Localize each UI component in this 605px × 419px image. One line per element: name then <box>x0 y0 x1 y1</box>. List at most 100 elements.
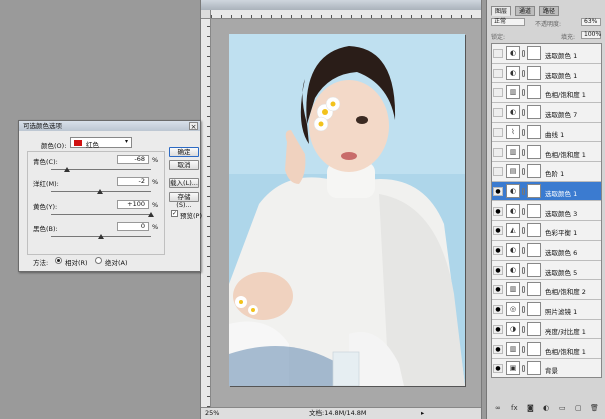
link-chain-icon[interactable] <box>522 148 525 156</box>
link-chain-icon[interactable] <box>522 286 525 294</box>
slider-track[interactable] <box>51 214 151 215</box>
eye-icon[interactable]: ● <box>493 246 503 255</box>
layer-style-icon[interactable]: fx <box>511 404 518 412</box>
adjustment-layer-icon[interactable]: ◎ <box>506 302 520 317</box>
layer-row[interactable]: ● ▥ 色相/饱和度 1 <box>492 339 601 359</box>
slider-value-field[interactable]: +100 <box>117 200 149 209</box>
new-layer-icon[interactable]: ▢ <box>575 404 582 412</box>
add-mask-icon[interactable]: ◙ <box>527 404 534 412</box>
slider-thumb[interactable] <box>97 189 103 194</box>
image-canvas[interactable] <box>229 34 465 386</box>
layer-row[interactable]: ● ◑ 亮度/对比度 1 <box>492 319 601 340</box>
layer-mask-thumbnail[interactable] <box>527 321 541 336</box>
preview-checkbox[interactable]: ✓ <box>171 210 178 217</box>
slider-thumb[interactable] <box>148 212 154 217</box>
link-chain-icon[interactable] <box>522 266 525 274</box>
layer-mask-thumbnail[interactable] <box>527 203 541 218</box>
eye-icon[interactable] <box>493 49 503 58</box>
colors-dropdown[interactable]: 红色 ▾ <box>70 137 132 149</box>
eye-icon[interactable]: ● <box>493 265 503 275</box>
method-absolute-radio[interactable] <box>95 257 102 264</box>
adjustment-layer-icon[interactable]: ◭ <box>506 223 520 238</box>
eye-icon[interactable] <box>493 108 503 118</box>
eye-icon[interactable]: ● <box>493 324 503 334</box>
new-group-icon[interactable]: ▭ <box>559 404 566 412</box>
close-icon[interactable]: × <box>189 122 198 131</box>
method-relative-label[interactable]: 相对(R) <box>65 257 88 267</box>
status-menu-arrow-icon[interactable]: ▸ <box>421 408 424 419</box>
eye-icon[interactable]: ● <box>493 186 503 196</box>
zoom-level[interactable]: 25% <box>205 408 219 419</box>
ruler-vertical[interactable] <box>201 19 211 407</box>
adjustment-layer-icon[interactable]: ▥ <box>506 341 520 356</box>
slider-thumb[interactable] <box>98 234 104 239</box>
layer-row[interactable]: ◐ 选取颜色 1 <box>492 63 601 84</box>
eye-icon[interactable] <box>493 127 503 137</box>
layer-mask-thumbnail[interactable] <box>527 183 541 198</box>
layer-row[interactable]: ▥ 色相/饱和度 1 <box>492 142 601 162</box>
layer-mask-thumbnail[interactable] <box>527 282 541 297</box>
link-layers-icon[interactable]: ∞ <box>495 404 501 412</box>
adjustment-layer-icon[interactable]: ⌇ <box>506 124 520 139</box>
opacity-field[interactable]: 63% <box>581 18 601 26</box>
layer-mask-thumbnail[interactable] <box>527 341 541 356</box>
link-chain-icon[interactable] <box>522 109 525 117</box>
adjustment-layer-icon[interactable]: ◑ <box>506 321 520 336</box>
layer-mask-thumbnail[interactable] <box>527 105 541 120</box>
eye-icon[interactable] <box>493 68 503 78</box>
fill-field[interactable]: 100% <box>581 31 601 39</box>
eye-icon[interactable] <box>493 167 503 177</box>
adjustment-layer-icon[interactable]: ▥ <box>506 144 520 159</box>
link-chain-icon[interactable] <box>522 69 525 77</box>
layer-mask-thumbnail[interactable] <box>527 302 541 317</box>
slider-value-field[interactable]: 0 <box>117 222 149 231</box>
load-button[interactable]: 载入(L)... <box>169 178 199 188</box>
layer-mask-thumbnail[interactable] <box>527 262 541 277</box>
adjustment-layer-icon[interactable]: ◐ <box>506 46 520 60</box>
link-chain-icon[interactable] <box>522 345 525 353</box>
adjustment-layer-icon[interactable]: ▥ <box>506 282 520 297</box>
eye-icon[interactable]: ● <box>493 226 503 236</box>
document-window[interactable]: 25% 文档:14.8M/14.8M ▸ <box>200 0 482 419</box>
layer-row[interactable]: ● ◐ 选取颜色 6 <box>492 241 601 261</box>
adjustment-layer-icon[interactable]: ▣ <box>506 361 520 376</box>
layer-mask-thumbnail[interactable] <box>527 124 541 139</box>
dialog-title-bar[interactable]: 可选颜色选项 × <box>19 121 200 131</box>
link-chain-icon[interactable] <box>522 50 525 57</box>
layers-list[interactable]: ◐ 选取颜色 1 ◐ 选取颜色 1 ▥ 色相/饱和度 1 ◐ 选取颜色 7 ⌇ … <box>491 43 602 378</box>
tab-paths[interactable]: 路径 <box>539 6 560 16</box>
preview-label[interactable]: 预览(P) <box>180 210 202 220</box>
link-chain-icon[interactable] <box>522 247 525 254</box>
link-chain-icon[interactable] <box>522 325 525 333</box>
slider-value-field[interactable]: -2 <box>117 177 149 186</box>
method-absolute-label[interactable]: 绝对(A) <box>105 257 128 267</box>
layer-row[interactable]: ▤ 色阶 1 <box>492 162 601 182</box>
layer-row[interactable]: ● ◭ 色彩平衡 1 <box>492 221 601 241</box>
link-chain-icon[interactable] <box>522 89 525 97</box>
link-chain-icon[interactable] <box>522 306 525 314</box>
layer-row[interactable]: ◐ 选取颜色 1 <box>492 44 601 64</box>
trash-icon[interactable]: 🗑 <box>590 404 599 412</box>
layer-row[interactable]: ⌇ 曲线 1 <box>492 122 601 143</box>
blend-mode-select[interactable]: 正常 <box>491 18 525 26</box>
layer-mask-thumbnail[interactable] <box>527 164 541 179</box>
layer-mask-thumbnail[interactable] <box>527 243 541 257</box>
slider-value-field[interactable]: -68 <box>117 155 149 164</box>
adjustment-layer-icon[interactable]: ◐ <box>506 183 520 198</box>
method-relative-radio[interactable] <box>55 257 62 264</box>
adjustment-layer-icon[interactable]: ◐ <box>506 243 520 257</box>
layer-row[interactable]: ● ◎ 照片滤镜 1 <box>492 300 601 320</box>
slider-thumb[interactable] <box>64 167 70 172</box>
link-chain-icon[interactable] <box>522 207 525 215</box>
layer-mask-thumbnail[interactable] <box>527 144 541 159</box>
layer-row[interactable]: ● ◐ 选取颜色 5 <box>492 260 601 281</box>
eye-icon[interactable]: ● <box>493 344 503 354</box>
selective-color-dialog[interactable]: 可选颜色选项 × 颜色(O): 红色 ▾ 青色(C): -68 % 洋红(M):… <box>18 120 202 272</box>
adjustment-layer-icon[interactable]: ▤ <box>506 164 520 179</box>
document-title-bar[interactable] <box>201 0 481 10</box>
layer-row[interactable]: ◐ 选取颜色 7 <box>492 103 601 123</box>
link-chain-icon[interactable] <box>522 227 525 235</box>
layer-mask-thumbnail[interactable] <box>527 223 541 238</box>
eye-icon[interactable]: ● <box>493 364 503 374</box>
adjustment-layer-icon[interactable]: ▥ <box>506 85 520 100</box>
